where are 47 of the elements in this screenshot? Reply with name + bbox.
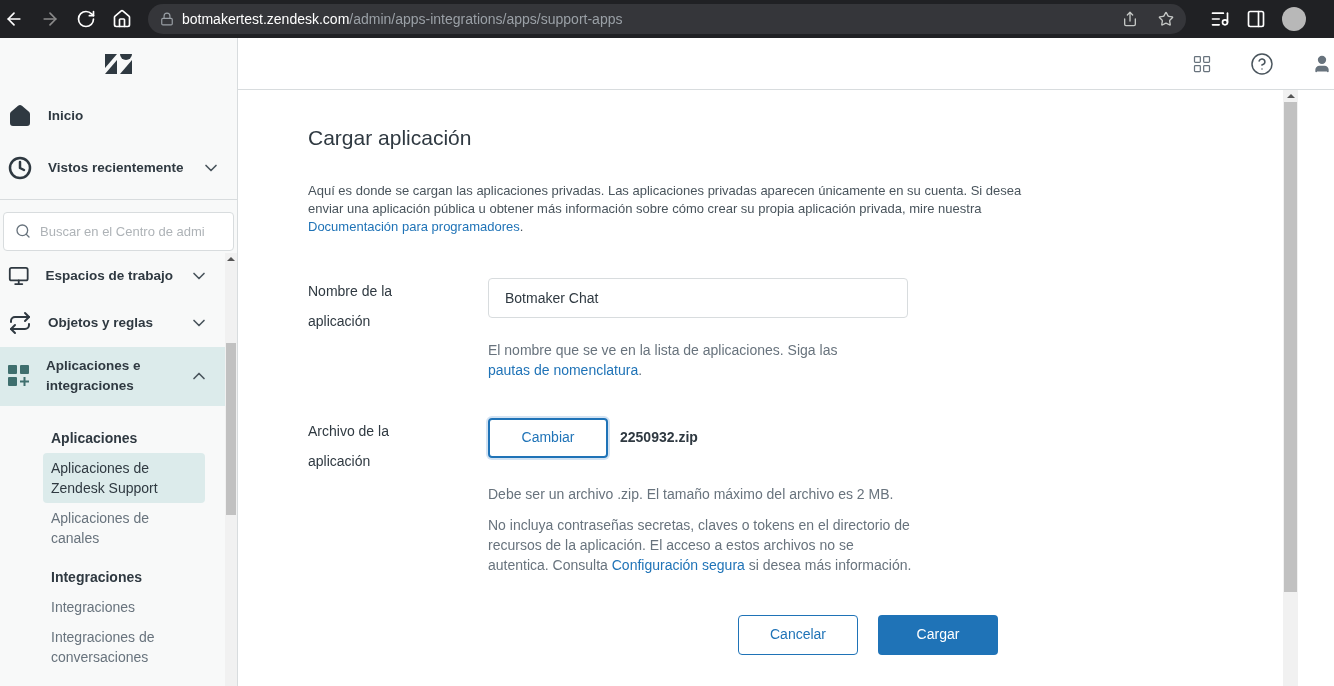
logo-icon [105, 54, 132, 74]
field-label: Archivo de la aplicación [308, 421, 390, 471]
url-text: botmakertest.zendesk.com/admin/apps-integrations/apps/support-apps [182, 9, 623, 29]
field-label: Nombre de la aplicación [308, 281, 394, 331]
nav-item[interactable]: Aplicaciones e integraciones [0, 346, 225, 406]
subnav-item[interactable]: Integraciones [43, 592, 205, 622]
nav-item[interactable]: Objetos y reglas [0, 299, 225, 347]
clock-icon [8, 156, 32, 180]
file-name: 2250932.zip [620, 428, 698, 447]
avatar[interactable] [1282, 7, 1306, 31]
subnav-item[interactable]: Aplicaciones de canales [43, 503, 205, 553]
search-field[interactable]: Buscar en el Centro de admi [3, 212, 234, 251]
swap-arrows-icon [8, 311, 32, 336]
user-icon[interactable] [1312, 53, 1332, 74]
section-heading: Integraciones [50, 568, 144, 587]
text-link[interactable]: Documentación para programadores [308, 218, 520, 234]
media-icon[interactable] [1210, 9, 1230, 29]
home-icon[interactable] [112, 9, 132, 29]
text-field[interactable]: Botmaker Chat [488, 277, 908, 318]
scrollbar[interactable] [1283, 90, 1298, 686]
search-icon [15, 223, 31, 239]
star-icon[interactable] [1158, 11, 1174, 27]
hint-text: El nombre que se ve en la lista de aplicaciones. Siga las pautas de nomenclatura. [488, 340, 839, 380]
nav-item[interactable]: Vistos recientemente [0, 142, 237, 194]
primary-button[interactable]: Cargar [878, 614, 998, 655]
page-title: Cargar aplicación [308, 125, 473, 151]
section-heading: Aplicaciones [50, 429, 139, 448]
scrollbar[interactable] [225, 253, 237, 686]
subnav-item[interactable]: Integraciones de conversaciones [43, 622, 205, 672]
warning-text: No incluya contraseñas secretas, claves o tokens en el directorio de recursos de la aplicación. El acceso a estos archivos no se autentica. Consulta Configuración segura si desea más información. [488, 515, 913, 575]
help-icon[interactable] [1250, 51, 1274, 76]
cancel-button[interactable]: Cancelar [738, 614, 858, 655]
intro-paragraph: Aquí es donde se cargan las aplicaciones privadas. Las aplicaciones privadas aparecen únicamente en su cuenta. Si desea enviar una aplicación pública u obtener más información sobre cómo crear su propia aplicación privada, mire nuestra Documentación para programadores. [308, 181, 1023, 236]
apps-grid-icon[interactable] [1192, 53, 1212, 74]
lock-icon [160, 12, 174, 26]
change-button[interactable]: Cambiar [488, 417, 608, 458]
text-link[interactable]: Configuración segura [611, 556, 745, 573]
nav-item[interactable]: Espacios de trabajo [0, 253, 225, 300]
subnav-item[interactable]: Aplicaciones de Zendesk Support [43, 453, 205, 503]
nav-item[interactable]: Inicio [0, 90, 237, 142]
address-bar[interactable]: botmakertest.zendesk.com/admin/apps-integrations/apps/support-apps [148, 4, 1186, 34]
hint-text: Debe ser un archivo .zip. El tamaño máximo del archivo es 2 MB. [488, 484, 895, 504]
grid-plus-icon [8, 365, 30, 388]
side-panel-icon[interactable] [1246, 9, 1266, 29]
share-icon[interactable] [1122, 11, 1138, 27]
reload-icon[interactable] [76, 9, 96, 29]
home-icon [8, 104, 32, 128]
